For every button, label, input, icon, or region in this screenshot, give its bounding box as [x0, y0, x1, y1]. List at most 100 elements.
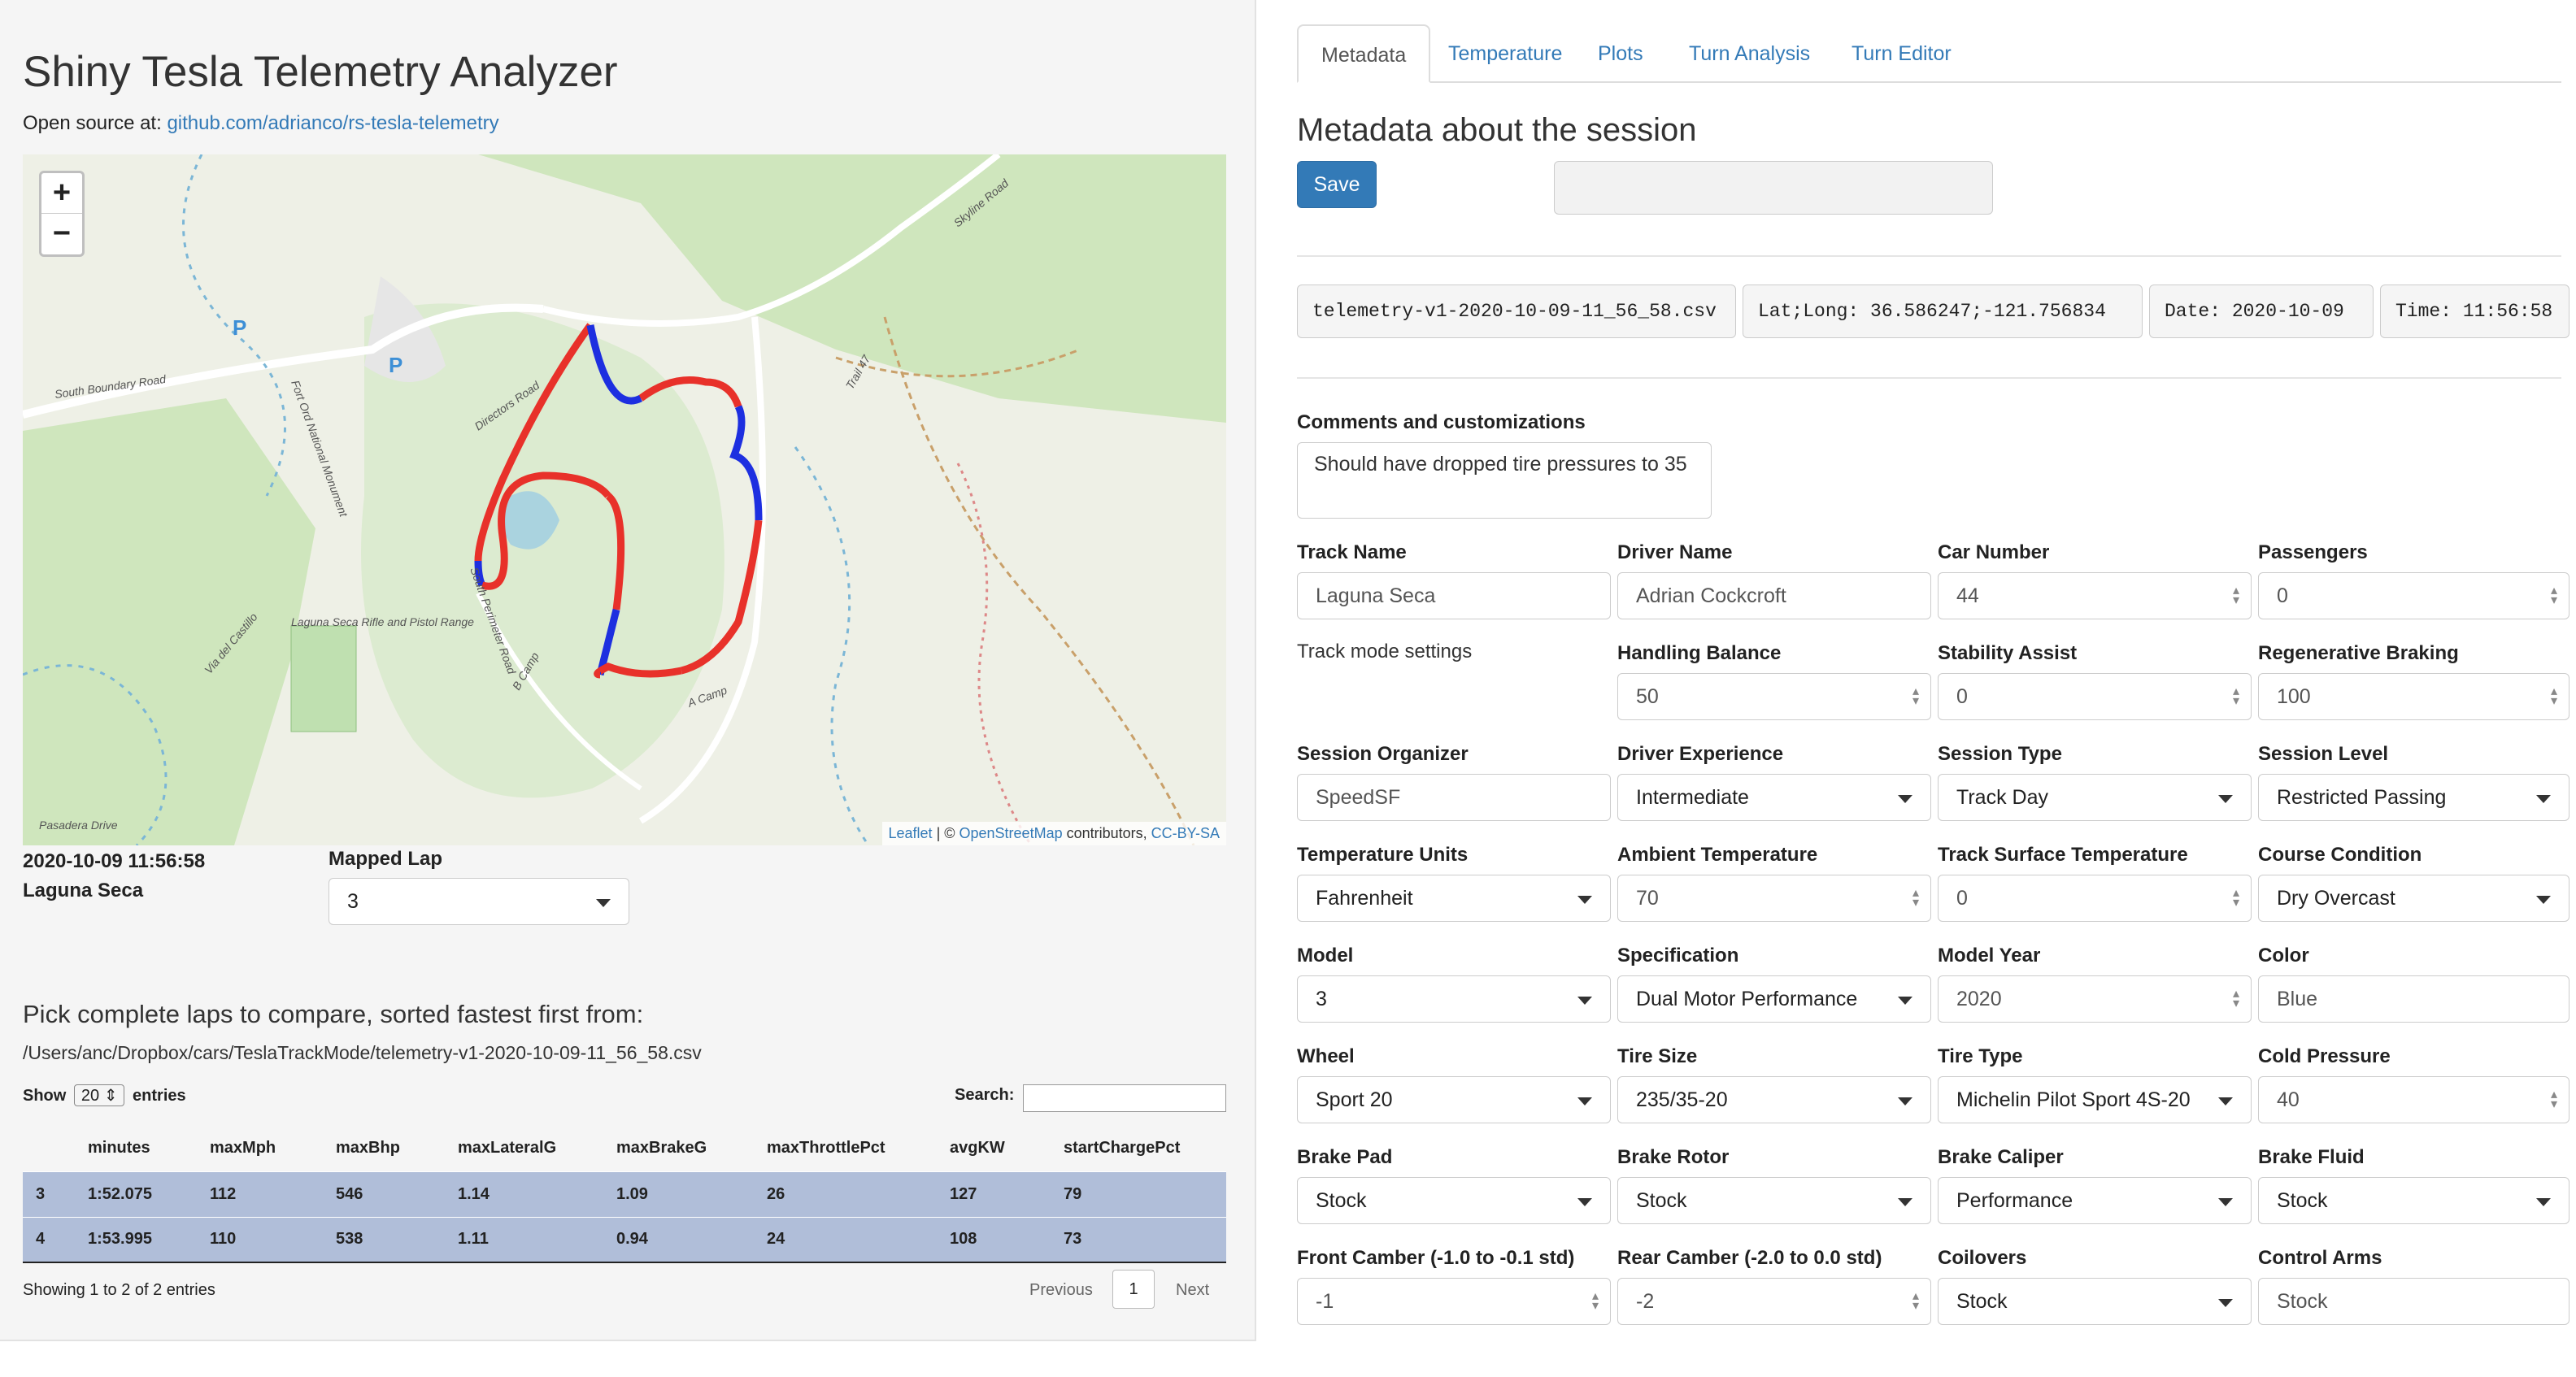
- driver-name-input[interactable]: Adrian Cockcroft: [1617, 572, 1931, 619]
- leaflet-link[interactable]: Leaflet: [889, 825, 933, 841]
- table-cell: 127: [950, 1171, 1064, 1217]
- ambient-temp-input[interactable]: 70 ▴ ▾: [1617, 875, 1931, 922]
- session-type-select[interactable]: Track Day: [1938, 774, 2252, 821]
- rear-camber-input[interactable]: -2 ▴ ▾: [1617, 1278, 1931, 1325]
- chevron-down-icon: [2218, 1198, 2233, 1206]
- brake-fluid-select[interactable]: Stock: [2258, 1177, 2569, 1224]
- table-info: Showing 1 to 2 of 2 entries: [23, 1281, 215, 1299]
- stepper-icon[interactable]: ▴ ▾: [2551, 685, 2557, 708]
- divider: [1297, 255, 2561, 257]
- car-number-input[interactable]: 44 ▴ ▾: [1938, 572, 2252, 619]
- latlong-display: Lat;Long: 36.586247;-121.756834: [1743, 285, 2143, 338]
- color-label: Color: [2258, 945, 2309, 967]
- regen-braking-input[interactable]: 100 ▴ ▾: [2258, 673, 2569, 720]
- stepper-icon[interactable]: ▴ ▾: [2233, 988, 2239, 1010]
- temp-units-select[interactable]: Fahrenheit: [1297, 875, 1611, 922]
- next-page-button[interactable]: Next: [1176, 1281, 1209, 1300]
- tab-turn-analysis[interactable]: Turn Analysis: [1666, 24, 1833, 83]
- zoom-out-button[interactable]: −: [41, 214, 82, 254]
- tire-size-value: 235/35-20: [1636, 1088, 1728, 1111]
- model-select[interactable]: 3: [1297, 975, 1611, 1023]
- table-cell: 1:53.995: [88, 1216, 210, 1263]
- session-level-label: Session Level: [2258, 743, 2389, 765]
- chevron-down-icon: [1898, 795, 1912, 803]
- track-name-input[interactable]: Laguna Seca: [1297, 572, 1611, 619]
- stability-assist-label: Stability Assist: [1938, 642, 2078, 664]
- driver-experience-select[interactable]: Intermediate: [1617, 774, 1931, 821]
- stepper-icon[interactable]: ▴ ▾: [1912, 887, 1919, 910]
- table-cell: 1.09: [616, 1171, 767, 1217]
- specification-select[interactable]: Dual Motor Performance: [1617, 975, 1931, 1023]
- svg-text:P: P: [233, 315, 246, 340]
- brake-caliper-select[interactable]: Performance: [1938, 1177, 2252, 1224]
- table-cell: 26: [767, 1171, 950, 1217]
- osm-link[interactable]: OpenStreetMap: [959, 825, 1063, 841]
- map-place-label: Pasadera Drive: [39, 819, 118, 832]
- cold-pressure-value: 40: [2277, 1088, 2300, 1111]
- stability-assist-input[interactable]: 0 ▴ ▾: [1938, 673, 2252, 720]
- surface-temp-input[interactable]: 0 ▴ ▾: [1938, 875, 2252, 922]
- tab-metadata[interactable]: Metadata: [1297, 24, 1431, 83]
- save-button[interactable]: Save: [1297, 161, 1377, 208]
- track-mode-label: Track mode settings: [1297, 641, 1473, 662]
- stepper-icon[interactable]: ▴ ▾: [1912, 685, 1919, 708]
- tire-type-select[interactable]: Michelin Pilot Sport 4S-20: [1938, 1076, 2252, 1123]
- regen-braking-value: 100: [2277, 685, 2311, 708]
- stepper-icon[interactable]: ▴ ▾: [2233, 685, 2239, 708]
- surface-temp-value: 0: [1956, 887, 1968, 910]
- tab-temperature[interactable]: Temperature: [1425, 24, 1585, 83]
- stepper-icon[interactable]: ▴ ▾: [2233, 887, 2239, 910]
- column-header[interactable]: minutes: [88, 1126, 210, 1171]
- model-label: Model: [1297, 945, 1354, 967]
- column-header[interactable]: avgKW: [950, 1126, 1064, 1171]
- front-camber-input[interactable]: -1 ▴ ▾: [1297, 1278, 1611, 1325]
- table-row[interactable]: 3 1:52.075 112 546 1.14 1.09 26 127 79: [23, 1171, 1226, 1217]
- table-row[interactable]: 4 1:53.995 110 538 1.11 0.94 24 108 73: [23, 1216, 1226, 1263]
- tab-plots[interactable]: Plots: [1575, 24, 1666, 83]
- stepper-icon[interactable]: ▴ ▾: [2551, 1088, 2557, 1111]
- color-input[interactable]: Blue: [2258, 975, 2569, 1023]
- passengers-input[interactable]: 0 ▴ ▾: [2258, 572, 2569, 619]
- coilovers-value: Stock: [1956, 1290, 2008, 1313]
- coilovers-select[interactable]: Stock: [1938, 1278, 2252, 1325]
- cold-pressure-input[interactable]: 40 ▴ ▾: [2258, 1076, 2569, 1123]
- column-header[interactable]: maxBrakeG: [616, 1126, 767, 1171]
- wheel-select[interactable]: Sport 20: [1297, 1076, 1611, 1123]
- stepper-icon[interactable]: ▴ ▾: [2551, 584, 2557, 607]
- column-header[interactable]: startChargePct: [1064, 1126, 1226, 1171]
- license-link[interactable]: CC-BY-SA: [1151, 825, 1220, 841]
- model-year-label: Model Year: [1938, 945, 2041, 967]
- column-header[interactable]: maxLateralG: [458, 1126, 616, 1171]
- track-map[interactable]: P P South Boundary Road Fort Ord National…: [23, 154, 1226, 845]
- column-header[interactable]: maxThrottlePct: [767, 1126, 950, 1171]
- column-header[interactable]: [23, 1126, 88, 1171]
- control-arms-input[interactable]: Stock: [2258, 1278, 2569, 1325]
- brake-rotor-select[interactable]: Stock: [1617, 1177, 1931, 1224]
- stepper-icon[interactable]: ▴ ▾: [2233, 584, 2239, 607]
- column-header[interactable]: maxBhp: [336, 1126, 458, 1171]
- tab-turn-editor[interactable]: Turn Editor: [1829, 24, 1974, 83]
- brake-pad-select[interactable]: Stock: [1297, 1177, 1611, 1224]
- previous-page-button[interactable]: Previous: [1029, 1281, 1093, 1300]
- course-condition-select[interactable]: Dry Overcast: [2258, 875, 2569, 922]
- session-track: Laguna Seca: [23, 880, 144, 901]
- session-organizer-input[interactable]: SpeedSF: [1297, 774, 1611, 821]
- zoom-in-button[interactable]: +: [41, 173, 82, 214]
- model-year-input[interactable]: 2020 ▴ ▾: [1938, 975, 2252, 1023]
- stepper-icon[interactable]: ▴ ▾: [1912, 1290, 1919, 1313]
- page-1-button[interactable]: 1: [1112, 1270, 1155, 1309]
- mapped-lap-select[interactable]: 3: [329, 878, 629, 925]
- session-summary: 2020-10-09 11:56:58 Laguna Seca: [23, 847, 205, 906]
- driver-name-label: Driver Name: [1617, 541, 1733, 563]
- column-header[interactable]: maxMph: [210, 1126, 336, 1171]
- stepper-icon[interactable]: ▴ ▾: [1592, 1290, 1599, 1313]
- page-length-select[interactable]: 20 ⇕: [73, 1084, 125, 1106]
- table-cell: 1.11: [458, 1216, 616, 1263]
- search-input[interactable]: [1023, 1084, 1226, 1112]
- tire-size-select[interactable]: 235/35-20: [1617, 1076, 1931, 1123]
- session-level-select[interactable]: Restricted Passing: [2258, 774, 2569, 821]
- session-organizer-label: Session Organizer: [1297, 743, 1469, 765]
- source-link[interactable]: github.com/adrianco/rs-tesla-telemetry: [167, 112, 498, 134]
- handling-balance-input[interactable]: 50 ▴ ▾: [1617, 673, 1931, 720]
- comments-textarea[interactable]: Should have dropped tire pressures to 35: [1297, 442, 1712, 519]
